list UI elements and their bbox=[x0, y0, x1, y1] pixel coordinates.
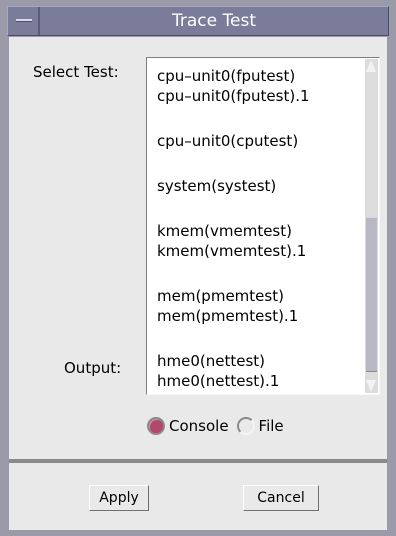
select-test-label: Select Test: bbox=[33, 63, 119, 81]
console-radio[interactable] bbox=[147, 417, 165, 435]
window-menu-button[interactable] bbox=[8, 7, 40, 35]
test-list-item[interactable]: kmem(vmemtest).1 bbox=[157, 241, 362, 261]
test-list-item[interactable]: mem(pmemtest).1 bbox=[157, 306, 362, 326]
window-menu-icon bbox=[16, 19, 32, 22]
apply-button[interactable]: Apply bbox=[89, 485, 149, 511]
cancel-button[interactable]: Cancel bbox=[243, 485, 319, 511]
test-list[interactable]: cpu–unit0(fputest) cpu–unit0(fputest).1 cp… bbox=[146, 57, 380, 395]
window-title: Trace Test bbox=[172, 11, 256, 31]
dialog-body: Select Test: Output: cpu–unit0(fputest) c… bbox=[9, 37, 387, 530]
title-bar[interactable]: Trace Test bbox=[7, 6, 389, 36]
output-options: Console File bbox=[147, 415, 292, 437]
test-list-item[interactable]: cpu–unit0(fputest) bbox=[157, 66, 362, 86]
scroll-up-arrow-icon[interactable] bbox=[366, 60, 376, 72]
trace-test-window: Trace Test Select Test: Output: cpu–unit… bbox=[0, 0, 396, 536]
test-list-item[interactable]: kmem(vmemtest) bbox=[157, 221, 362, 241]
output-label: Output: bbox=[64, 359, 122, 377]
test-list-item[interactable]: hme0(nettest) bbox=[157, 351, 362, 371]
scroll-thumb[interactable] bbox=[366, 217, 377, 372]
test-list-item[interactable]: cpu–unit0(fputest).1 bbox=[157, 86, 362, 106]
test-list-item[interactable]: system(systest) bbox=[157, 176, 362, 196]
separator bbox=[9, 459, 387, 463]
file-radio[interactable] bbox=[236, 417, 255, 435]
test-list-scrollbar[interactable] bbox=[365, 59, 378, 393]
test-list-items: cpu–unit0(fputest) cpu–unit0(fputest).1 cp… bbox=[157, 66, 362, 391]
test-list-item[interactable]: cpu–unit0(cputest) bbox=[157, 131, 362, 151]
file-radio-label[interactable]: File bbox=[259, 417, 284, 435]
test-list-item[interactable]: mem(pmemtest) bbox=[157, 286, 362, 306]
console-radio-label[interactable]: Console bbox=[169, 417, 229, 435]
scroll-down-arrow-icon[interactable] bbox=[366, 380, 376, 392]
test-list-item[interactable]: hme0(nettest).1 bbox=[157, 371, 362, 391]
